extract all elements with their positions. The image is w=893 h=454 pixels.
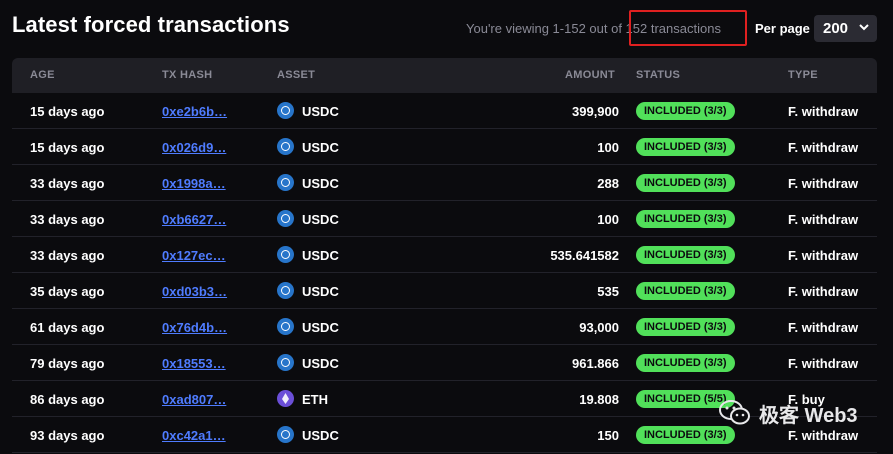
page-title: Latest forced transactions xyxy=(12,12,290,37)
table-row: 15 days ago 0x026d9… USDC 100 INCLUDED (3/3)… xyxy=(12,129,877,165)
usdc-token-icon xyxy=(277,138,294,155)
row-type: F. withdraw xyxy=(788,320,859,335)
table-row: 33 days ago 0x1998a… USDC 288 INCLUDED (3/3)… xyxy=(12,165,877,201)
row-age: 33 days ago xyxy=(30,176,105,191)
column-header-tx-hash: TX HASH xyxy=(162,69,213,81)
row-asset: USDC xyxy=(302,176,339,191)
row-type: F. withdraw xyxy=(788,356,859,371)
row-amount: 19.808 xyxy=(579,392,619,407)
row-amount: 535 xyxy=(597,284,619,299)
per-page-label: Per page xyxy=(755,21,810,36)
row-type: F. withdraw xyxy=(788,140,859,155)
annotation-highlight-box xyxy=(629,10,747,46)
status-badge: INCLUDED (3/3) xyxy=(636,318,735,336)
usdc-token-icon xyxy=(277,354,294,371)
status-badge: INCLUDED (3/3) xyxy=(636,210,735,228)
row-tx-hash-link[interactable]: 0x127ec… xyxy=(162,248,226,263)
row-age: 93 days ago xyxy=(30,428,105,443)
usdc-token-icon xyxy=(277,174,294,191)
row-amount: 100 xyxy=(597,212,619,227)
page-header: Latest forced transactions You're viewin… xyxy=(12,0,882,56)
row-age: 33 days ago xyxy=(30,248,105,263)
per-page-select[interactable]: 200 xyxy=(814,15,877,42)
usdc-token-icon xyxy=(277,282,294,299)
row-amount: 100 xyxy=(597,140,619,155)
eth-token-icon xyxy=(277,390,294,407)
row-type: F. withdraw xyxy=(788,248,859,263)
row-age: 79 days ago xyxy=(30,356,105,371)
usdc-token-icon xyxy=(277,210,294,227)
row-tx-hash-link[interactable]: 0x18553… xyxy=(162,356,226,371)
status-badge: INCLUDED (3/3) xyxy=(636,282,735,300)
wechat-icon xyxy=(719,400,750,425)
column-header-status: STATUS xyxy=(636,69,681,81)
row-tx-hash-link[interactable]: 0x026d9… xyxy=(162,140,226,155)
status-badge: INCLUDED (3/3) xyxy=(636,246,735,264)
row-asset: USDC xyxy=(302,248,339,263)
row-type: F. withdraw xyxy=(788,104,859,119)
row-asset: USDC xyxy=(302,356,339,371)
row-type: F. withdraw xyxy=(788,284,859,299)
row-age: 15 days ago xyxy=(30,140,105,155)
row-asset: USDC xyxy=(302,284,339,299)
status-badge: INCLUDED (3/3) xyxy=(636,138,735,156)
row-asset: USDC xyxy=(302,428,339,443)
watermark-text: 极客 Web3 xyxy=(759,404,858,427)
row-asset: USDC xyxy=(302,212,339,227)
row-amount: 93,000 xyxy=(579,320,619,335)
row-age: 35 days ago xyxy=(30,284,105,299)
row-type: F. withdraw xyxy=(788,212,859,227)
row-tx-hash-link[interactable]: 0xb6627… xyxy=(162,212,226,227)
row-type: F. withdraw xyxy=(788,176,859,191)
row-tx-hash-link[interactable]: 0x76d4b… xyxy=(162,320,227,335)
row-asset: USDC xyxy=(302,104,339,119)
row-tx-hash-link[interactable]: 0xe2b6b… xyxy=(162,104,227,119)
row-amount: 399,900 xyxy=(572,104,619,119)
row-tx-hash-link[interactable]: 0xd03b3… xyxy=(162,284,227,299)
row-amount: 961.866 xyxy=(572,356,619,371)
table-row: 61 days ago 0x76d4b… USDC 93,000 INCLUDED (3… xyxy=(12,309,877,345)
row-tx-hash-link[interactable]: 0x1998a… xyxy=(162,176,226,191)
row-asset: USDC xyxy=(302,320,339,335)
per-page-value: 200 xyxy=(823,20,849,37)
table-row: 35 days ago 0xd03b3… USDC 535 INCLUDED (3/3)… xyxy=(12,273,877,309)
table-row: 15 days ago 0xe2b6b… USDC 399,900 INCLUDED (… xyxy=(12,93,877,129)
status-badge: INCLUDED (3/3) xyxy=(636,354,735,372)
row-age: 33 days ago xyxy=(30,212,105,227)
row-tx-hash-link[interactable]: 0xc42a1… xyxy=(162,428,226,443)
row-amount: 288 xyxy=(597,176,619,191)
table-header: AGE TX HASH ASSET AMOUNT STATUS TYPE xyxy=(12,58,877,93)
table-row: 79 days ago 0x18553… USDC 961.866 INCLUDED (… xyxy=(12,345,877,381)
row-asset: ETH xyxy=(302,392,328,407)
column-header-amount: AMOUNT xyxy=(565,69,616,81)
usdc-token-icon xyxy=(277,246,294,263)
table-row: 33 days ago 0x127ec… USDC 535.641582 INCLUDE… xyxy=(12,237,877,273)
watermark: 极客 Web3 xyxy=(719,388,889,438)
row-age: 15 days ago xyxy=(30,104,105,119)
row-age: 86 days ago xyxy=(30,392,105,407)
usdc-token-icon xyxy=(277,102,294,119)
row-amount: 150 xyxy=(597,428,619,443)
table-row: 33 days ago 0xb6627… USDC 100 INCLUDED (3/3)… xyxy=(12,201,877,237)
row-asset: USDC xyxy=(302,140,339,155)
chevron-down-icon xyxy=(859,24,869,31)
column-header-asset: ASSET xyxy=(277,69,316,81)
status-badge: INCLUDED (3/3) xyxy=(636,102,735,120)
row-age: 61 days ago xyxy=(30,320,105,335)
usdc-token-icon xyxy=(277,426,294,443)
column-header-type: TYPE xyxy=(788,69,818,81)
usdc-token-icon xyxy=(277,318,294,335)
row-tx-hash-link[interactable]: 0xad807… xyxy=(162,392,226,407)
row-amount: 535.641582 xyxy=(550,248,619,263)
column-header-age: AGE xyxy=(30,69,55,81)
status-badge: INCLUDED (3/3) xyxy=(636,174,735,192)
